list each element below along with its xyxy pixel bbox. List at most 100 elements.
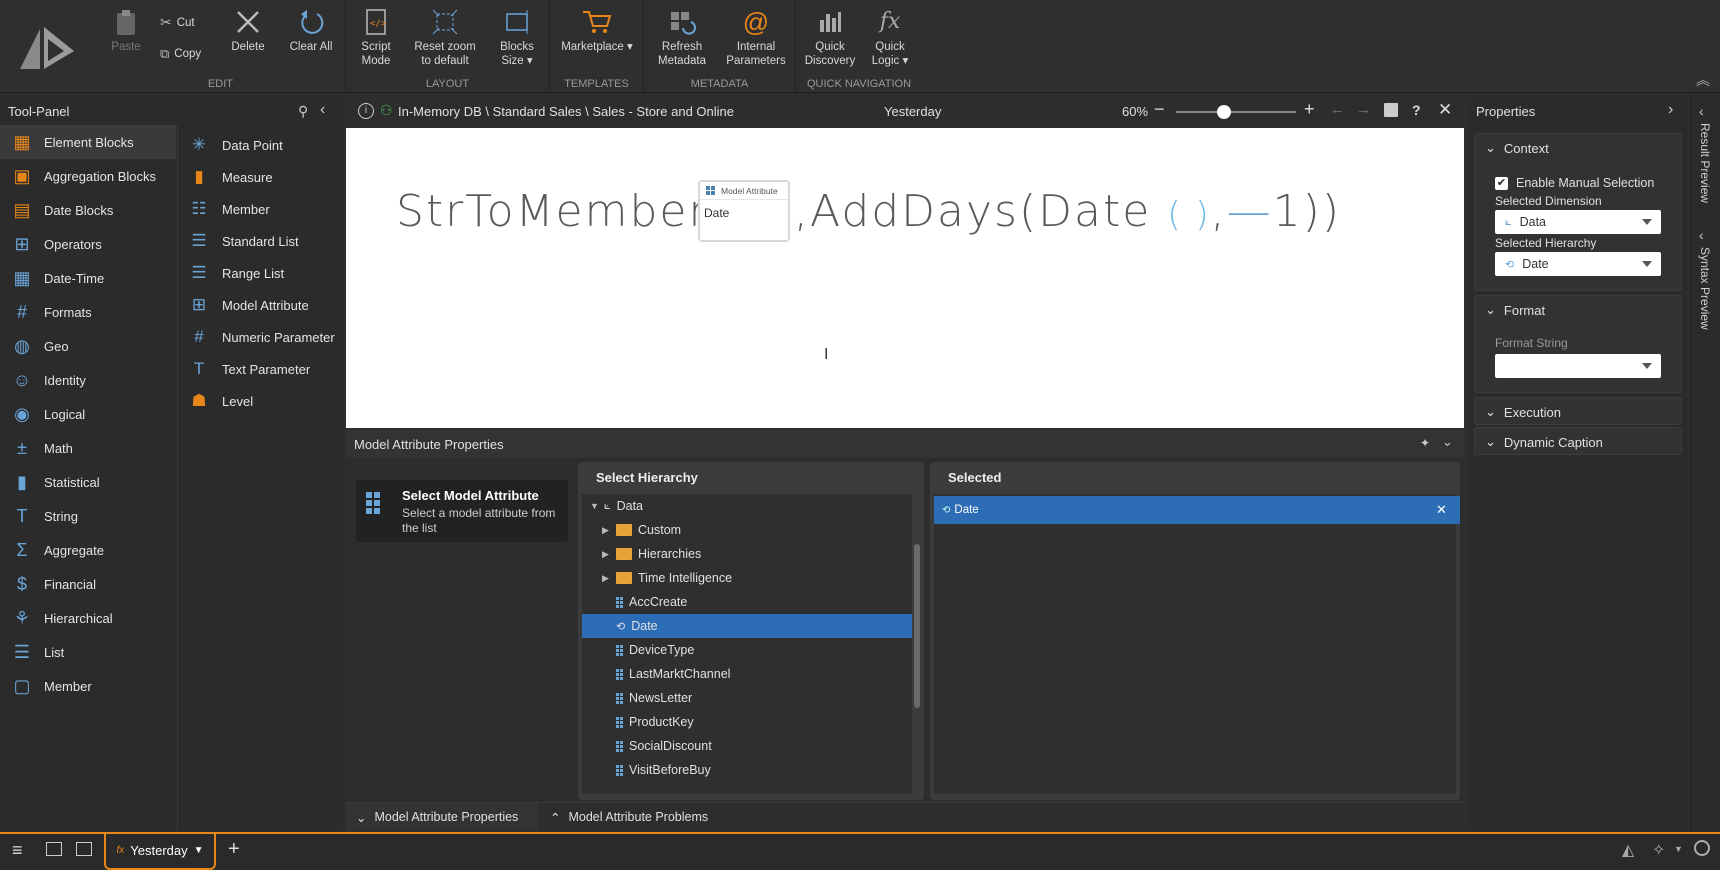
select-model-attribute-card[interactable]: Select Model Attribute Select a model at…: [356, 480, 568, 542]
redo-icon[interactable]: →: [1356, 101, 1371, 118]
delete-button[interactable]: Delete: [228, 4, 268, 54]
selected-dimension-dropdown[interactable]: ⟀ Data: [1495, 210, 1661, 234]
element-numeric-parameter[interactable]: # Numeric Parameter: [178, 321, 342, 353]
image-icon[interactable]: [76, 842, 92, 856]
internal-parameters-button[interactable]: @ Internal Parameters: [720, 4, 792, 68]
undo-icon[interactable]: ←: [1330, 101, 1345, 118]
category-financial[interactable]: $ Financial: [0, 567, 176, 601]
tree-item-data[interactable]: ▼ ⟀ Data: [582, 494, 912, 518]
category-hierarchical[interactable]: ⚘ Hierarchical: [0, 601, 176, 635]
new-tab-icon[interactable]: +: [228, 838, 240, 861]
expand-arrow-icon[interactable]: ▶: [602, 573, 616, 584]
dynamic-caption-section[interactable]: ⌄ Dynamic Caption: [1474, 427, 1682, 455]
paste-button[interactable]: Paste: [106, 4, 146, 54]
pin-icon[interactable]: ✧: [1652, 840, 1665, 860]
execution-section[interactable]: ⌄ Execution: [1474, 397, 1682, 425]
checkbox-checked-icon[interactable]: ✔: [1495, 176, 1508, 190]
format-string-dropdown[interactable]: [1495, 354, 1661, 378]
search-icon[interactable]: ⚲: [298, 103, 308, 120]
script-mode-button[interactable]: </> Script Mode: [356, 4, 396, 68]
cut-button[interactable]: ✂ Cut: [160, 14, 195, 31]
format-section-header[interactable]: ⌄ Format: [1475, 296, 1681, 324]
tree-item[interactable]: DeviceType: [582, 638, 912, 662]
context-section-header[interactable]: ⌄ Context: [1475, 134, 1681, 162]
quick-discovery-button[interactable]: Quick Discovery: [800, 4, 860, 68]
close-canvas-icon[interactable]: ✕: [1438, 100, 1452, 120]
selected-hierarchy-dropdown[interactable]: ⟲ Date: [1495, 252, 1661, 276]
zoom-slider-thumb[interactable]: [1217, 105, 1231, 119]
reset-zoom-button[interactable]: Reset zoom to default: [410, 4, 480, 68]
status-icon[interactable]: [1694, 840, 1710, 856]
menu-icon[interactable]: ≡: [12, 840, 23, 861]
info-icon[interactable]: i: [358, 103, 374, 119]
tree-item[interactable]: VisitBeforeBuy: [582, 758, 912, 782]
tab-model-attribute-properties[interactable]: ⌄ Model Attribute Properties: [346, 803, 538, 831]
model-attribute-block[interactable]: Model Attribute Date: [698, 180, 790, 242]
tree-item[interactable]: LastMarktChannel: [582, 662, 912, 686]
expand-arrow-icon[interactable]: ▶: [602, 525, 616, 536]
element-model-attribute[interactable]: ⊞ Model Attribute: [178, 289, 342, 321]
element-level[interactable]: ☗ Level: [178, 385, 342, 417]
category-operators[interactable]: ⊞ Operators: [0, 227, 176, 261]
copy-button[interactable]: ⧉ Copy: [160, 46, 201, 62]
category-statistical[interactable]: ▮ Statistical: [0, 465, 176, 499]
expand-arrow-icon[interactable]: ▼: [590, 501, 604, 511]
document-tab-yesterday[interactable]: fx Yesterday ▼: [104, 832, 216, 870]
save-icon[interactable]: [1384, 103, 1398, 117]
formula-function-strtomember[interactable]: StrToMember(: [396, 186, 728, 237]
chevron-down-icon[interactable]: ▼: [1674, 844, 1683, 854]
tree-item[interactable]: SocialDiscount: [582, 734, 912, 758]
tree-folder[interactable]: ▶ Time Intelligence: [582, 566, 912, 590]
marketplace-button[interactable]: Marketplace ▾: [552, 4, 642, 54]
category-geo[interactable]: ◍ Geo: [0, 329, 176, 363]
tree-item[interactable]: NewsLetter: [582, 686, 912, 710]
zoom-in-icon[interactable]: +: [1304, 99, 1315, 120]
clear-all-button[interactable]: Clear All: [286, 4, 336, 54]
logo-small-icon[interactable]: ◭: [1622, 840, 1634, 860]
zoom-out-icon[interactable]: −: [1154, 99, 1165, 120]
element-standard-list[interactable]: ☰ Standard List: [178, 225, 342, 257]
element-range-list[interactable]: ☰ Range List: [178, 257, 342, 289]
chevron-down-icon[interactable]: ⌄: [1442, 434, 1453, 450]
category-date-time[interactable]: ▦ Date-Time: [0, 261, 176, 295]
selected-item[interactable]: ⟲ Date ✕: [934, 496, 1460, 524]
pin-icon[interactable]: ✦: [1420, 436, 1430, 450]
remove-selected-icon[interactable]: ✕: [1436, 502, 1447, 518]
enable-manual-selection[interactable]: ✔ Enable Manual Selection: [1495, 176, 1654, 190]
category-string[interactable]: T String: [0, 499, 176, 533]
category-member[interactable]: ▢ Member: [0, 669, 176, 703]
help-icon[interactable]: ?: [1412, 102, 1421, 118]
tree-scrollbar[interactable]: [914, 544, 920, 708]
category-identity[interactable]: ☺ Identity: [0, 363, 176, 397]
blocks-size-button[interactable]: Blocks Size ▾: [494, 4, 540, 68]
chevron-left-icon[interactable]: ‹: [1699, 227, 1704, 243]
category-aggregation-blocks[interactable]: ▣ Aggregation Blocks: [0, 159, 176, 193]
tree-item[interactable]: ⟲ Date: [582, 614, 912, 638]
collapse-ribbon-icon[interactable]: ︽: [1696, 70, 1710, 90]
category-logical[interactable]: ◉ Logical: [0, 397, 176, 431]
zoom-slider[interactable]: [1176, 105, 1296, 119]
refresh-metadata-button[interactable]: Refresh Metadata: [650, 4, 714, 68]
element-text-parameter[interactable]: T Text Parameter: [178, 353, 342, 385]
category-formats[interactable]: # Formats: [0, 295, 176, 329]
element-data-point[interactable]: ✳ Data Point: [178, 129, 342, 161]
element-member[interactable]: ☷ Member: [178, 193, 342, 225]
tree-item[interactable]: AccCreate: [582, 590, 912, 614]
category-aggregate[interactable]: Σ Aggregate: [0, 533, 176, 567]
formula-date-parens[interactable]: ( ): [1167, 195, 1210, 235]
tree-folder[interactable]: ▶ Hierarchies: [582, 542, 912, 566]
syntax-preview-tab[interactable]: Syntax Preview: [1698, 247, 1712, 330]
formula-canvas[interactable]: StrToMember( Model Attribute Date ,AddDa…: [346, 128, 1464, 428]
quick-logic-button[interactable]: fx Quick Logic ▾: [862, 4, 918, 68]
category-date-blocks[interactable]: ▤ Date Blocks: [0, 193, 176, 227]
element-measure[interactable]: ▮ Measure: [178, 161, 342, 193]
collapse-properties-icon[interactable]: ›: [1668, 101, 1673, 119]
folder-icon[interactable]: [46, 842, 62, 856]
result-preview-tab[interactable]: Result Preview: [1698, 123, 1712, 203]
category-math[interactable]: ± Math: [0, 431, 176, 465]
formula-function-adddays[interactable]: ,AddDays(Date: [794, 186, 1151, 237]
tab-model-attribute-problems[interactable]: ⌃ Model Attribute Problems: [540, 803, 740, 831]
category-element-blocks[interactable]: ▦ Element Blocks: [0, 125, 176, 159]
tree-item[interactable]: ProductKey: [582, 710, 912, 734]
expand-arrow-icon[interactable]: ▶: [602, 549, 616, 560]
